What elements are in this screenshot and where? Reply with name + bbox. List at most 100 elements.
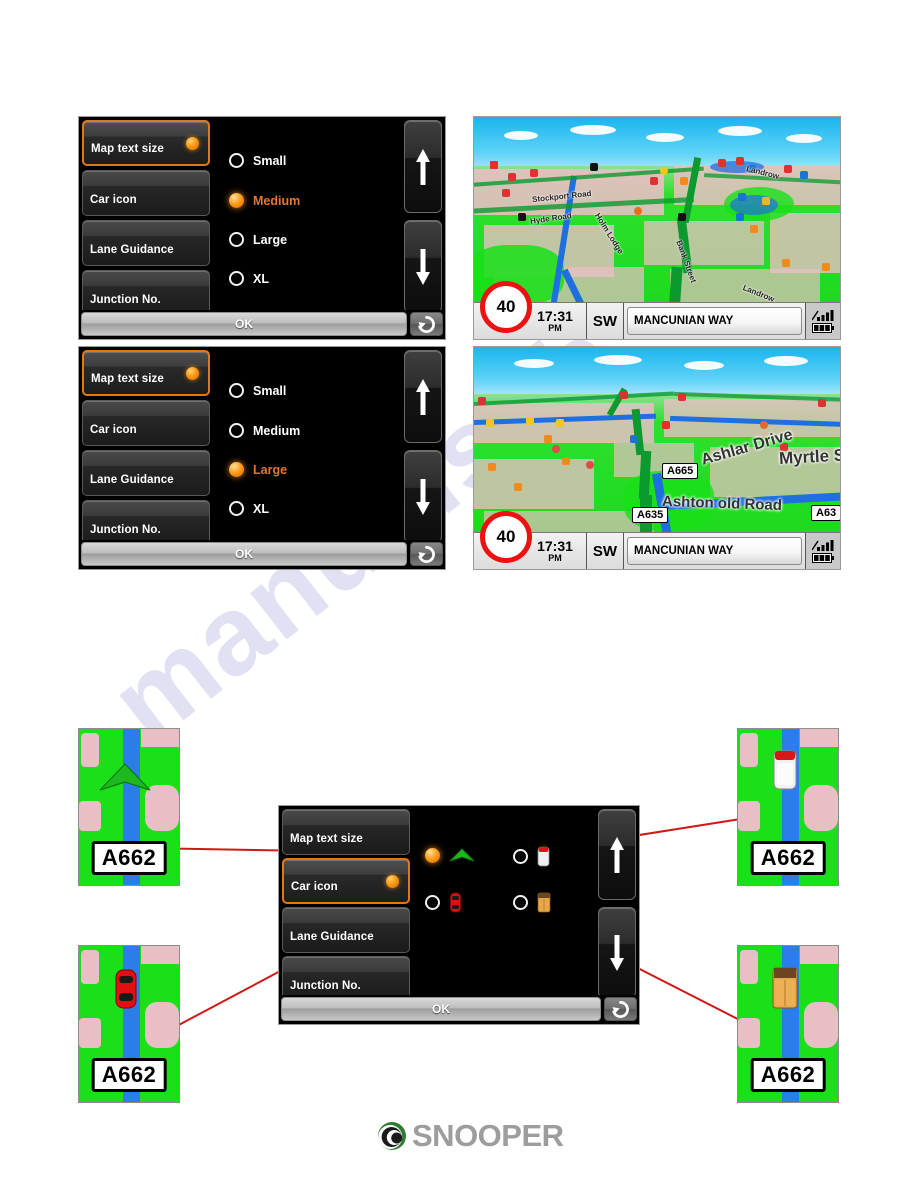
car-icon-choices — [421, 806, 595, 995]
compass-direction: SW — [587, 303, 624, 339]
scroll-down-button[interactable] — [404, 220, 442, 313]
sidebar-item-map-text-size[interactable]: Map text size — [282, 809, 410, 855]
ok-button-label: OK — [235, 547, 253, 561]
speed-limit-value: 40 — [496, 527, 516, 546]
back-button[interactable] — [604, 997, 637, 1021]
map-block — [804, 785, 838, 831]
sidebar-item-car-icon[interactable]: Car icon — [282, 858, 410, 904]
option-large[interactable]: Large — [229, 232, 287, 247]
sidebar-item-car-icon[interactable]: Car icon — [82, 400, 210, 446]
poi-warning-icon — [650, 177, 658, 185]
sidebar-item-car-icon[interactable]: Car icon — [82, 170, 210, 216]
poi-warning-icon — [662, 421, 670, 429]
scroll-up-button[interactable] — [404, 120, 442, 213]
current-street: MANCUNIAN WAY — [627, 307, 802, 335]
radio-button[interactable] — [229, 423, 244, 438]
poi-generic-icon — [760, 421, 768, 429]
poi-generic-icon — [634, 207, 642, 215]
radio-button[interactable] — [513, 895, 528, 910]
scroll-up-button[interactable] — [404, 350, 442, 443]
radio-button[interactable] — [229, 232, 244, 247]
scroll-down-button[interactable] — [404, 450, 442, 543]
option-large[interactable]: Large — [229, 462, 287, 477]
status-icons — [805, 303, 840, 339]
option-label: XL — [253, 271, 269, 286]
poi-fuel-icon — [526, 417, 534, 425]
option-label: Large — [253, 232, 288, 247]
radio-button[interactable] — [229, 383, 244, 398]
speed-limit-value: 40 — [496, 297, 516, 316]
sidebar-item-label: Junction No. — [90, 524, 161, 536]
compass-direction: SW — [587, 533, 624, 569]
clock-meridiem: PM — [548, 553, 562, 563]
scroll-arrows — [404, 350, 442, 543]
bottom-bar: OK — [79, 540, 445, 569]
radio-button[interactable] — [425, 895, 440, 910]
sidebar-item-label: Map text size — [290, 833, 363, 845]
ok-button[interactable]: OK — [81, 312, 407, 336]
radio-button[interactable] — [229, 462, 244, 477]
option-label: Large — [253, 462, 288, 477]
poi-parking-icon — [822, 263, 830, 271]
poi-hospital-icon — [738, 193, 746, 201]
radio-button[interactable] — [229, 193, 244, 208]
back-button[interactable] — [410, 542, 443, 566]
snooper-logo: SNOOPER — [376, 1118, 564, 1154]
thumb-green-arrow: A662 — [78, 728, 180, 886]
panel-body: Map text size Car icon Lane Guidance Jun… — [79, 347, 445, 546]
poi-warning-icon — [530, 169, 538, 177]
map-canvas: Stockport Road Hyde Road Holm Lodge Bank… — [474, 117, 840, 339]
arrow-down-icon — [416, 478, 430, 515]
car-choice-brown-truck[interactable] — [513, 892, 551, 913]
radio-button[interactable] — [513, 849, 528, 864]
poi-parking-icon — [680, 177, 688, 185]
poi-warning-icon — [502, 189, 510, 197]
radio-button[interactable] — [229, 153, 244, 168]
car-choice-green-arrow[interactable] — [425, 848, 475, 863]
ok-button[interactable]: OK — [281, 997, 601, 1021]
scroll-down-button[interactable] — [598, 907, 636, 998]
battery-icon — [812, 552, 834, 563]
poi-warning-icon — [490, 161, 498, 169]
sidebar-item-lane-guidance[interactable]: Lane Guidance — [82, 450, 210, 496]
sidebar-item-label: Lane Guidance — [290, 931, 374, 943]
option-medium[interactable]: Medium — [229, 423, 300, 438]
option-xl[interactable]: XL — [229, 501, 269, 516]
option-label: Small — [253, 153, 287, 168]
brown-truck-icon — [537, 892, 551, 913]
option-small[interactable]: Small — [229, 153, 286, 168]
option-xl[interactable]: XL — [229, 271, 269, 286]
car-choice-white-van[interactable] — [513, 846, 550, 867]
arrow-up-icon — [416, 378, 430, 415]
car-choice-red-car[interactable] — [425, 892, 462, 913]
sidebar-item-map-text-size[interactable]: Map text size — [82, 350, 210, 396]
option-label: Medium — [253, 423, 301, 438]
cloud — [718, 126, 762, 136]
sidebar-item-lane-guidance[interactable]: Lane Guidance — [282, 907, 410, 953]
back-arrow-icon — [418, 545, 435, 563]
option-small[interactable]: Small — [229, 383, 286, 398]
arrow-down-icon — [610, 934, 624, 971]
map-block — [800, 729, 838, 747]
battery-icon — [812, 322, 834, 333]
map-screenshot-medium-text: Stockport Road Hyde Road Holm Lodge Bank… — [473, 116, 841, 340]
sidebar-item-map-text-size[interactable]: Map text size — [82, 120, 210, 166]
poi-hospital-icon — [630, 435, 638, 443]
sidebar-item-lane-guidance[interactable]: Lane Guidance — [82, 220, 210, 266]
back-button[interactable] — [410, 312, 443, 336]
poi-warning-icon — [620, 391, 628, 399]
option-list: Small Medium Large XL — [221, 117, 401, 310]
settings-panel-map-text-medium: Map text size Car icon Lane Guidance Jun… — [78, 116, 446, 340]
arrow-up-icon — [610, 836, 624, 873]
sidebar: Map text size Car icon Lane Guidance Jun… — [82, 120, 210, 316]
status-icons — [805, 533, 840, 569]
ok-button[interactable]: OK — [81, 542, 407, 566]
radio-button[interactable] — [229, 501, 244, 516]
radio-button[interactable] — [229, 271, 244, 286]
scroll-up-button[interactable] — [598, 809, 636, 900]
option-medium[interactable]: Medium — [229, 193, 300, 208]
red-car-icon — [450, 892, 461, 913]
cloud — [786, 134, 822, 143]
poi-generic-icon — [552, 445, 560, 453]
radio-button[interactable] — [425, 848, 440, 863]
